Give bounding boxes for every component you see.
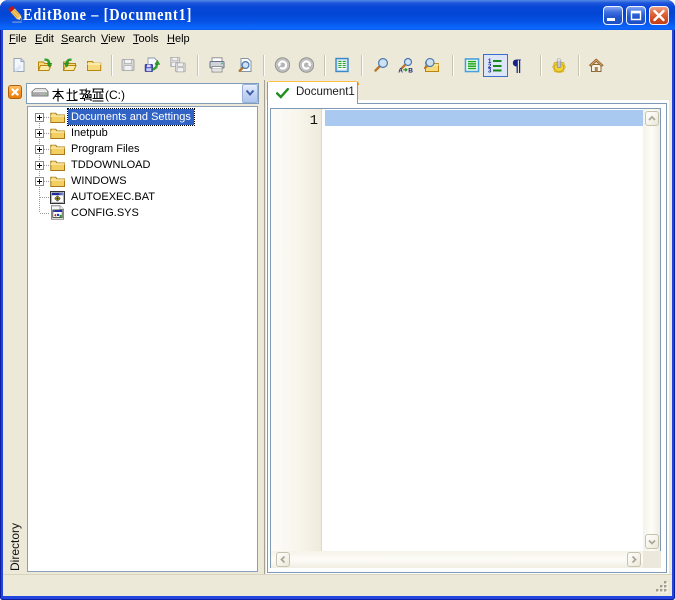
svg-text:B: B: [408, 68, 413, 74]
svg-text:3: 3: [488, 69, 492, 74]
svg-text:A: A: [398, 68, 403, 74]
svg-text:¶: ¶: [512, 57, 522, 73]
